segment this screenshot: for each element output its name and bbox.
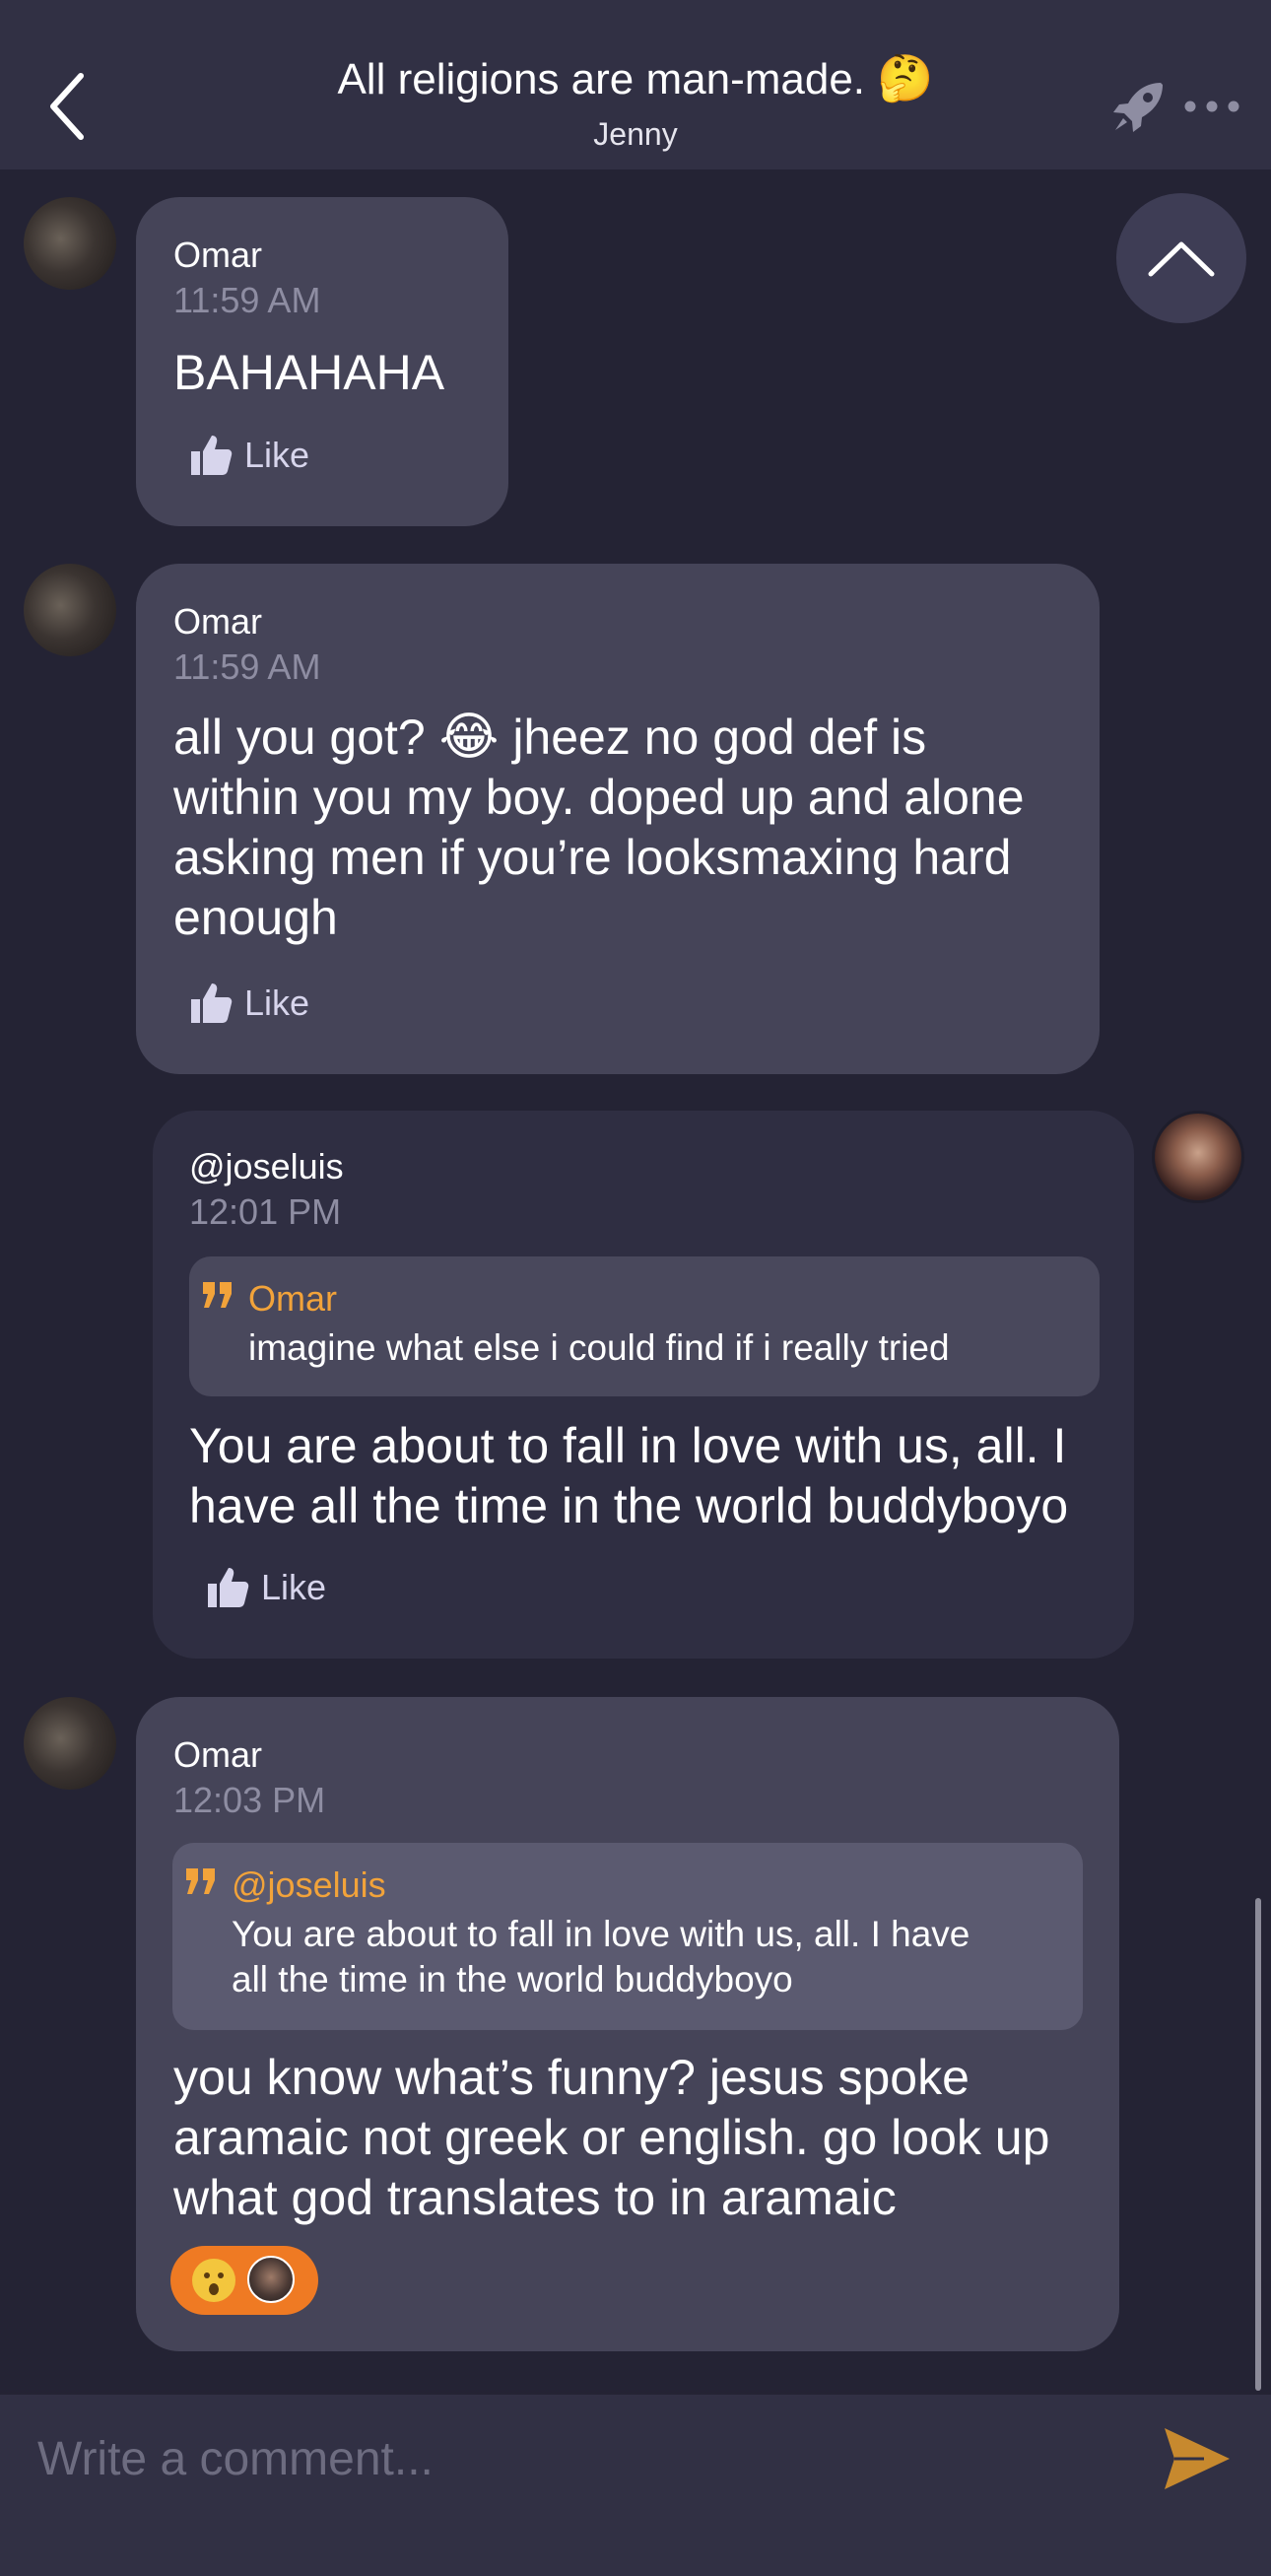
like-button[interactable]: Like [187, 980, 309, 1027]
thread-title-text: All religions are man-made. [337, 55, 866, 103]
message-sender[interactable]: Omar [173, 601, 262, 643]
more-options-button[interactable] [1182, 95, 1241, 118]
message-time: 12:03 PM [173, 1780, 326, 1820]
quote-icon [203, 1282, 232, 1308]
thread-author: Jenny [593, 116, 678, 152]
message-sender[interactable]: @joseluis [189, 1146, 344, 1187]
like-label: Like [244, 435, 310, 475]
message-text: BAHAHAHA [173, 345, 445, 400]
message-bubble-own: @joseluis 12:01 PM Omar imagine what els… [153, 1111, 1134, 1659]
more-horizontal-icon [1184, 101, 1239, 112]
quote-icon [186, 1868, 215, 1894]
like-button[interactable]: Like [204, 1564, 326, 1611]
comment-composer [0, 2395, 1271, 2576]
quoted-message[interactable]: @joseluis You are about to fall in love … [172, 1843, 1083, 2030]
message-text: You are about to fall in love with us, a… [189, 1418, 1069, 1533]
rocket-icon [1113, 83, 1163, 132]
thumbs-up-icon [191, 436, 233, 475]
reaction-user-avatar [247, 2256, 295, 2303]
thumbs-up-icon [208, 1568, 249, 1607]
boost-button[interactable] [1109, 77, 1169, 136]
quote-text: You are about to fall in love with us, a… [232, 1914, 970, 2000]
message-time: 11:59 AM [173, 280, 321, 320]
like-label: Like [244, 983, 310, 1023]
surprised-emoji-icon [192, 2259, 235, 2302]
top-bar: All religions are man-made. 🤔 Jenny [0, 0, 1271, 169]
like-button[interactable]: Like [187, 432, 309, 479]
quote-author: Omar [248, 1278, 337, 1319]
comment-input[interactable] [0, 2395, 1133, 2523]
reaction-badge[interactable] [170, 2246, 318, 2315]
message-text: you know what’s funny? jesus spoke arama… [173, 2050, 1050, 2225]
laughing-emoji: 😂 [438, 709, 500, 766]
send-icon [1165, 2428, 1230, 2489]
chevron-up-icon [1148, 241, 1215, 277]
message-bubble: Omar 11:59 AM all you got? 😂 jheez no go… [136, 564, 1100, 1074]
message-bubble: Omar 11:59 AM BAHAHAHA Like [136, 197, 508, 526]
message-sender[interactable]: Omar [173, 1734, 262, 1776]
message-time: 12:01 PM [189, 1191, 342, 1232]
thinking-emoji: 🤔 [877, 52, 934, 103]
avatar-joseluis[interactable] [1152, 1111, 1244, 1203]
message-time: 11:59 AM [173, 646, 321, 687]
scroll-to-top-button[interactable] [1116, 193, 1246, 323]
message-sender[interactable]: Omar [173, 235, 262, 276]
avatar-omar[interactable] [24, 564, 116, 656]
avatar-omar[interactable] [24, 197, 116, 290]
send-button[interactable] [1161, 2424, 1234, 2493]
quote-author: @joseluis [232, 1864, 386, 1905]
thread-title: All religions are man-made. 🤔 [0, 51, 1271, 105]
avatar-omar[interactable] [24, 1697, 116, 1790]
quote-text: imagine what else i could find if i real… [248, 1327, 950, 1368]
quoted-message[interactable]: Omar imagine what else i could find if i… [189, 1256, 1100, 1396]
thumbs-up-icon [191, 983, 233, 1023]
like-label: Like [261, 1567, 327, 1607]
scrollbar[interactable] [1255, 1898, 1261, 2391]
message-text: all you got? 😂 jheez no god def is withi… [173, 709, 1025, 945]
